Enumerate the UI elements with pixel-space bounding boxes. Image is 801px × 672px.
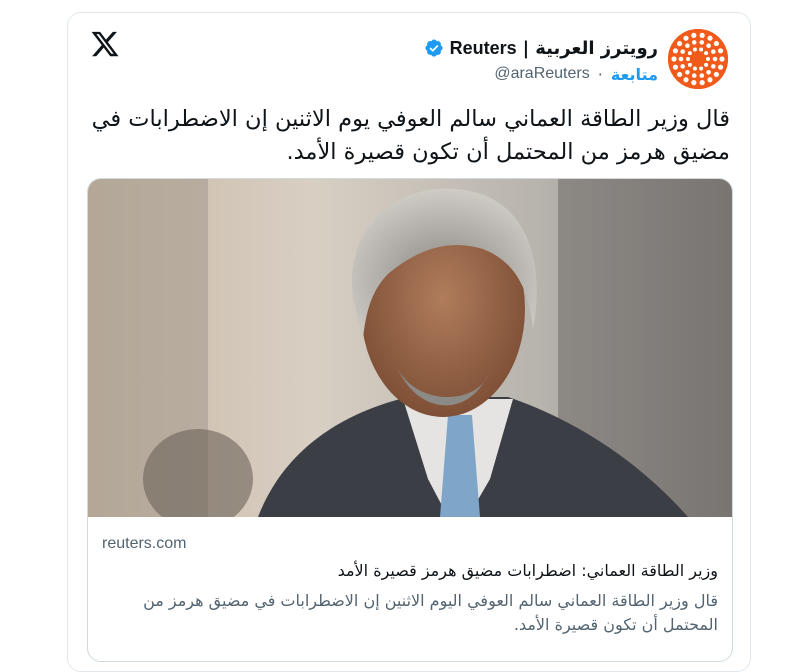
author-name-latin[interactable]: Reuters bbox=[450, 38, 517, 59]
name-separator: | bbox=[522, 37, 530, 59]
avatar[interactable] bbox=[668, 29, 728, 89]
handle-row: @araReuters · متابعة bbox=[494, 63, 658, 85]
tweet-card[interactable]: Reuters | رويترز العربية @araReuters · م… bbox=[67, 12, 751, 672]
author-name-row[interactable]: Reuters | رويترز العربية bbox=[424, 35, 658, 61]
tweet-text: قال وزير الطاقة العماني سالم العوفي يوم … bbox=[91, 106, 730, 165]
verified-badge-icon bbox=[425, 39, 443, 57]
dot-separator: · bbox=[597, 64, 603, 84]
article-photo[interactable] bbox=[88, 179, 733, 517]
author-name-arabic[interactable]: رويترز العربية bbox=[535, 38, 658, 59]
author-handle[interactable]: @araReuters bbox=[494, 65, 589, 83]
link-headline[interactable]: وزير الطاقة العماني: اضطرابات مضيق هرمز … bbox=[98, 561, 718, 580]
link-domain[interactable]: reuters.com bbox=[102, 535, 186, 553]
reuters-logo bbox=[668, 29, 728, 89]
x-logo-icon[interactable] bbox=[90, 29, 120, 59]
link-description: قال وزير الطاقة العماني سالم العوفي اليو… bbox=[143, 591, 718, 634]
follow-button[interactable]: متابعة bbox=[611, 65, 658, 84]
link-preview-card[interactable]: reuters.com وزير الطاقة العماني: اضطرابا… bbox=[87, 178, 733, 662]
